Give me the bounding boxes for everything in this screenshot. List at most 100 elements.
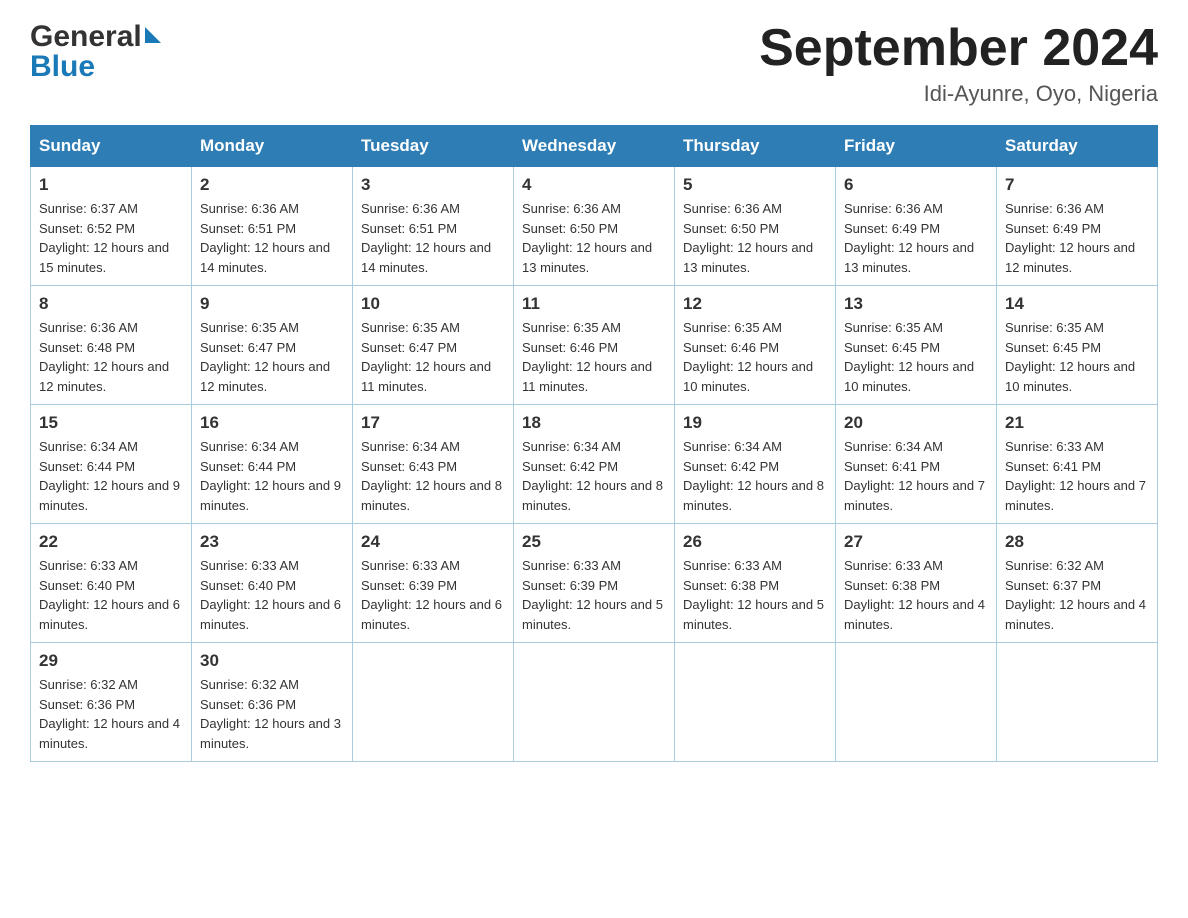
calendar-cell: 5 Sunrise: 6:36 AMSunset: 6:50 PMDaylight… [675,167,836,286]
day-info: Sunrise: 6:35 AMSunset: 6:45 PMDaylight:… [1005,318,1149,396]
calendar-cell: 26Sunrise: 6:33 AMSunset: 6:38 PMDayligh… [675,524,836,643]
day-info: Sunrise: 6:33 AMSunset: 6:39 PMDaylight:… [522,556,666,634]
day-number: 19 [683,413,827,433]
day-info: Sunrise: 6:33 AMSunset: 6:40 PMDaylight:… [39,556,183,634]
calendar-cell: 22Sunrise: 6:33 AMSunset: 6:40 PMDayligh… [31,524,192,643]
day-info: Sunrise: 6:36 AMSunset: 6:51 PMDaylight:… [200,199,344,277]
day-number: 24 [361,532,505,552]
day-info: Sunrise: 6:36 AMSunset: 6:49 PMDaylight:… [844,199,988,277]
calendar-cell: 24 Sunrise: 6:33 AMSunset: 6:39 PMDayligh… [353,524,514,643]
day-number: 30 [200,651,344,671]
day-number: 25 [522,532,666,552]
calendar-cell: 19 Sunrise: 6:34 AMSunset: 6:42 PMDayligh… [675,405,836,524]
day-number: 7 [1005,175,1149,195]
day-info: Sunrise: 6:34 AMSunset: 6:44 PMDaylight:… [39,437,183,515]
calendar-cell: 15 Sunrise: 6:34 AMSunset: 6:44 PMDayligh… [31,405,192,524]
logo-general-text: General [30,20,142,54]
calendar-table: Sunday Monday Tuesday Wednesday Thursday… [30,125,1158,762]
calendar-cell [675,643,836,762]
day-number: 4 [522,175,666,195]
day-number: 21 [1005,413,1149,433]
day-info: Sunrise: 6:32 AMSunset: 6:37 PMDaylight:… [1005,556,1149,634]
calendar-cell: 7 Sunrise: 6:36 AMSunset: 6:49 PMDaylight… [997,167,1158,286]
day-info: Sunrise: 6:36 AMSunset: 6:51 PMDaylight:… [361,199,505,277]
calendar-cell: 1 Sunrise: 6:37 AMSunset: 6:52 PMDaylight… [31,167,192,286]
col-wednesday: Wednesday [514,126,675,167]
calendar-week-row: 8 Sunrise: 6:36 AMSunset: 6:48 PMDaylight… [31,286,1158,405]
calendar-cell: 18 Sunrise: 6:34 AMSunset: 6:42 PMDayligh… [514,405,675,524]
logo-blue-text: Blue [30,50,95,84]
day-info: Sunrise: 6:36 AMSunset: 6:49 PMDaylight:… [1005,199,1149,277]
calendar-cell: 21Sunrise: 6:33 AMSunset: 6:41 PMDayligh… [997,405,1158,524]
day-number: 3 [361,175,505,195]
day-number: 29 [39,651,183,671]
day-number: 20 [844,413,988,433]
calendar-cell: 11 Sunrise: 6:35 AMSunset: 6:46 PMDayligh… [514,286,675,405]
day-info: Sunrise: 6:33 AMSunset: 6:40 PMDaylight:… [200,556,344,634]
calendar-cell: 8 Sunrise: 6:36 AMSunset: 6:48 PMDaylight… [31,286,192,405]
calendar-cell: 16Sunrise: 6:34 AMSunset: 6:44 PMDayligh… [192,405,353,524]
calendar-cell: 23Sunrise: 6:33 AMSunset: 6:40 PMDayligh… [192,524,353,643]
calendar-cell: 10 Sunrise: 6:35 AMSunset: 6:47 PMDayligh… [353,286,514,405]
day-info: Sunrise: 6:35 AMSunset: 6:47 PMDaylight:… [200,318,344,396]
col-sunday: Sunday [31,126,192,167]
day-info: Sunrise: 6:33 AMSunset: 6:39 PMDaylight:… [361,556,505,634]
calendar-cell: 29 Sunrise: 6:32 AMSunset: 6:36 PMDayligh… [31,643,192,762]
day-number: 9 [200,294,344,314]
calendar-week-row: 22Sunrise: 6:33 AMSunset: 6:40 PMDayligh… [31,524,1158,643]
calendar-cell: 30 Sunrise: 6:32 AMSunset: 6:36 PMDayligh… [192,643,353,762]
calendar-cell: 25 Sunrise: 6:33 AMSunset: 6:39 PMDayligh… [514,524,675,643]
month-title: September 2024 [759,20,1158,77]
day-info: Sunrise: 6:32 AMSunset: 6:36 PMDaylight:… [200,675,344,753]
day-number: 12 [683,294,827,314]
calendar-cell: 13 Sunrise: 6:35 AMSunset: 6:45 PMDayligh… [836,286,997,405]
calendar-cell: 9 Sunrise: 6:35 AMSunset: 6:47 PMDaylight… [192,286,353,405]
calendar-week-row: 15 Sunrise: 6:34 AMSunset: 6:44 PMDayligh… [31,405,1158,524]
day-info: Sunrise: 6:32 AMSunset: 6:36 PMDaylight:… [39,675,183,753]
calendar-cell: 20Sunrise: 6:34 AMSunset: 6:41 PMDayligh… [836,405,997,524]
day-number: 28 [1005,532,1149,552]
day-info: Sunrise: 6:36 AMSunset: 6:48 PMDaylight:… [39,318,183,396]
day-info: Sunrise: 6:37 AMSunset: 6:52 PMDaylight:… [39,199,183,277]
day-number: 6 [844,175,988,195]
day-info: Sunrise: 6:33 AMSunset: 6:38 PMDaylight:… [683,556,827,634]
col-tuesday: Tuesday [353,126,514,167]
calendar-cell: 17 Sunrise: 6:34 AMSunset: 6:43 PMDayligh… [353,405,514,524]
calendar-cell: 12 Sunrise: 6:35 AMSunset: 6:46 PMDayligh… [675,286,836,405]
calendar-header-row: Sunday Monday Tuesday Wednesday Thursday… [31,126,1158,167]
calendar-week-row: 29 Sunrise: 6:32 AMSunset: 6:36 PMDayligh… [31,643,1158,762]
calendar-cell [353,643,514,762]
day-number: 5 [683,175,827,195]
day-number: 2 [200,175,344,195]
col-friday: Friday [836,126,997,167]
calendar-cell: 28 Sunrise: 6:32 AMSunset: 6:37 PMDayligh… [997,524,1158,643]
day-number: 17 [361,413,505,433]
calendar-week-row: 1 Sunrise: 6:37 AMSunset: 6:52 PMDaylight… [31,167,1158,286]
day-info: Sunrise: 6:35 AMSunset: 6:46 PMDaylight:… [522,318,666,396]
day-number: 13 [844,294,988,314]
calendar-cell: 4Sunrise: 6:36 AMSunset: 6:50 PMDaylight… [514,167,675,286]
day-info: Sunrise: 6:35 AMSunset: 6:47 PMDaylight:… [361,318,505,396]
calendar-cell: 6 Sunrise: 6:36 AMSunset: 6:49 PMDaylight… [836,167,997,286]
calendar-cell [836,643,997,762]
day-number: 15 [39,413,183,433]
day-info: Sunrise: 6:36 AMSunset: 6:50 PMDaylight:… [683,199,827,277]
day-info: Sunrise: 6:35 AMSunset: 6:45 PMDaylight:… [844,318,988,396]
logo: General Blue [30,20,161,84]
day-number: 18 [522,413,666,433]
title-area: September 2024 Idi-Ayunre, Oyo, Nigeria [759,20,1158,107]
day-number: 8 [39,294,183,314]
calendar-cell: 2 Sunrise: 6:36 AMSunset: 6:51 PMDaylight… [192,167,353,286]
day-info: Sunrise: 6:34 AMSunset: 6:42 PMDaylight:… [683,437,827,515]
day-info: Sunrise: 6:34 AMSunset: 6:42 PMDaylight:… [522,437,666,515]
page-header: General Blue September 2024 Idi-Ayunre, … [30,20,1158,107]
location-subtitle: Idi-Ayunre, Oyo, Nigeria [759,81,1158,107]
day-number: 16 [200,413,344,433]
day-number: 11 [522,294,666,314]
day-number: 10 [361,294,505,314]
day-info: Sunrise: 6:34 AMSunset: 6:43 PMDaylight:… [361,437,505,515]
day-number: 1 [39,175,183,195]
col-monday: Monday [192,126,353,167]
calendar-cell [997,643,1158,762]
day-info: Sunrise: 6:35 AMSunset: 6:46 PMDaylight:… [683,318,827,396]
